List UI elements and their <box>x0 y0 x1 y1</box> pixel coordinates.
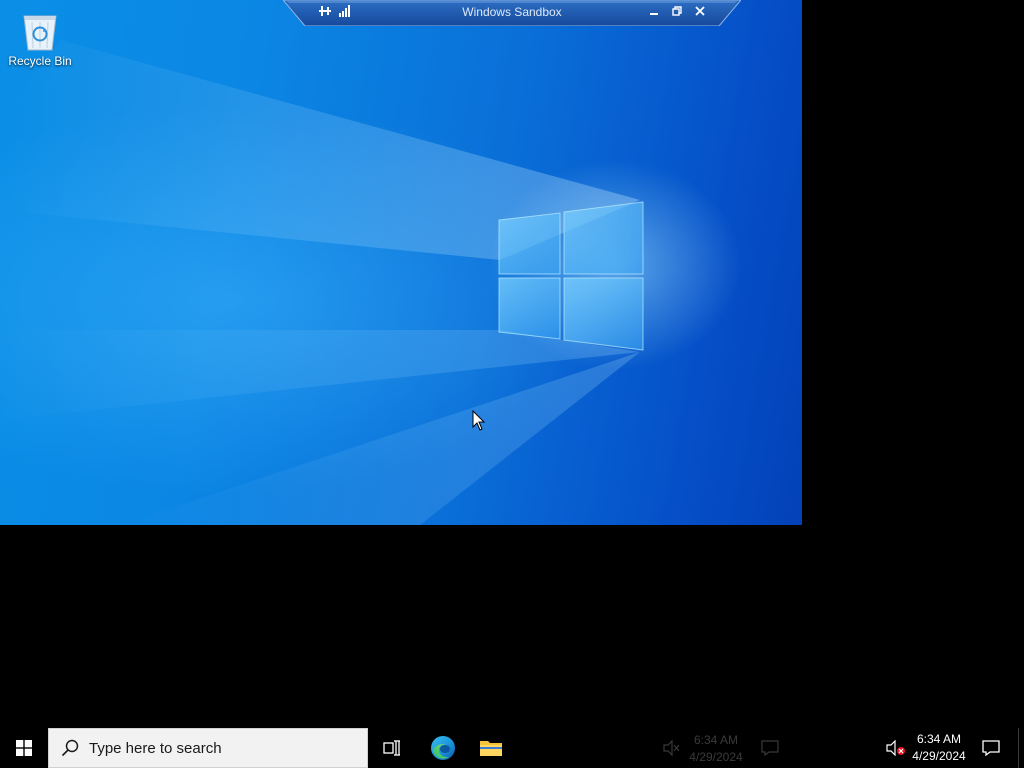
task-view-button[interactable] <box>368 728 416 768</box>
sandbox-connection-bar[interactable]: Windows Sandbox <box>283 0 741 26</box>
pin-icon <box>319 6 331 16</box>
file-explorer-button[interactable] <box>467 728 515 768</box>
tray-clock[interactable]: 6:34 AM 4/29/2024 <box>908 731 970 765</box>
notification-icon <box>761 740 779 756</box>
recycle-bin-icon <box>23 15 57 51</box>
recycle-bin-label: Recycle Bin <box>8 54 72 68</box>
taskbar: Type here to search 6:34 AM 4/29/2024 6:… <box>0 728 1024 768</box>
minimize-button[interactable] <box>645 3 663 19</box>
mouse-cursor-icon <box>472 410 486 431</box>
wallpaper-light-beams <box>0 40 640 525</box>
edge-icon <box>431 736 455 760</box>
folder-icon <box>480 741 502 756</box>
tray-time: 6:34 AM <box>916 732 962 746</box>
sandbox-desktop[interactable]: Recycle Bin <box>0 0 802 525</box>
close-icon <box>695 6 705 16</box>
ghost-tray: 6:34 AM 4/29/2024 <box>655 728 795 768</box>
volume-muted-icon <box>886 740 905 756</box>
volume-button[interactable] <box>884 728 908 768</box>
minimize-icon <box>650 13 658 15</box>
sandbox-title: Windows Sandbox <box>462 5 562 19</box>
restore-button[interactable] <box>668 3 686 19</box>
screen: Recycle Bin Windows Sandbox Type here to… <box>0 0 1024 768</box>
search-icon <box>61 739 79 757</box>
search-placeholder: Type here to search <box>89 739 222 757</box>
show-desktop-button[interactable] <box>1018 728 1024 768</box>
action-center-button[interactable] <box>976 728 1006 768</box>
start-button[interactable] <box>0 728 48 768</box>
task-view-icon <box>383 740 400 756</box>
ghost-clock: 6:34 AM 4/29/2024 <box>685 732 747 766</box>
notification-icon <box>982 740 1000 756</box>
windows-start-icon <box>16 740 32 756</box>
volume-muted-icon <box>663 740 680 756</box>
windows-wallpaper-logo <box>498 201 644 351</box>
pin-button[interactable] <box>316 3 334 19</box>
ghost-date: 4/29/2024 <box>689 750 743 764</box>
tray-date: 4/29/2024 <box>912 749 966 763</box>
desktop-icon-recycle-bin[interactable]: Recycle Bin <box>6 8 74 68</box>
search-box[interactable]: Type here to search <box>48 728 368 768</box>
restore-icon <box>672 6 682 16</box>
edge-button[interactable] <box>419 728 467 768</box>
connection-signal-icon <box>339 5 350 17</box>
close-button[interactable] <box>691 3 709 19</box>
connection-signal-button[interactable] <box>336 3 354 19</box>
ghost-time: 6:34 AM <box>693 733 739 747</box>
